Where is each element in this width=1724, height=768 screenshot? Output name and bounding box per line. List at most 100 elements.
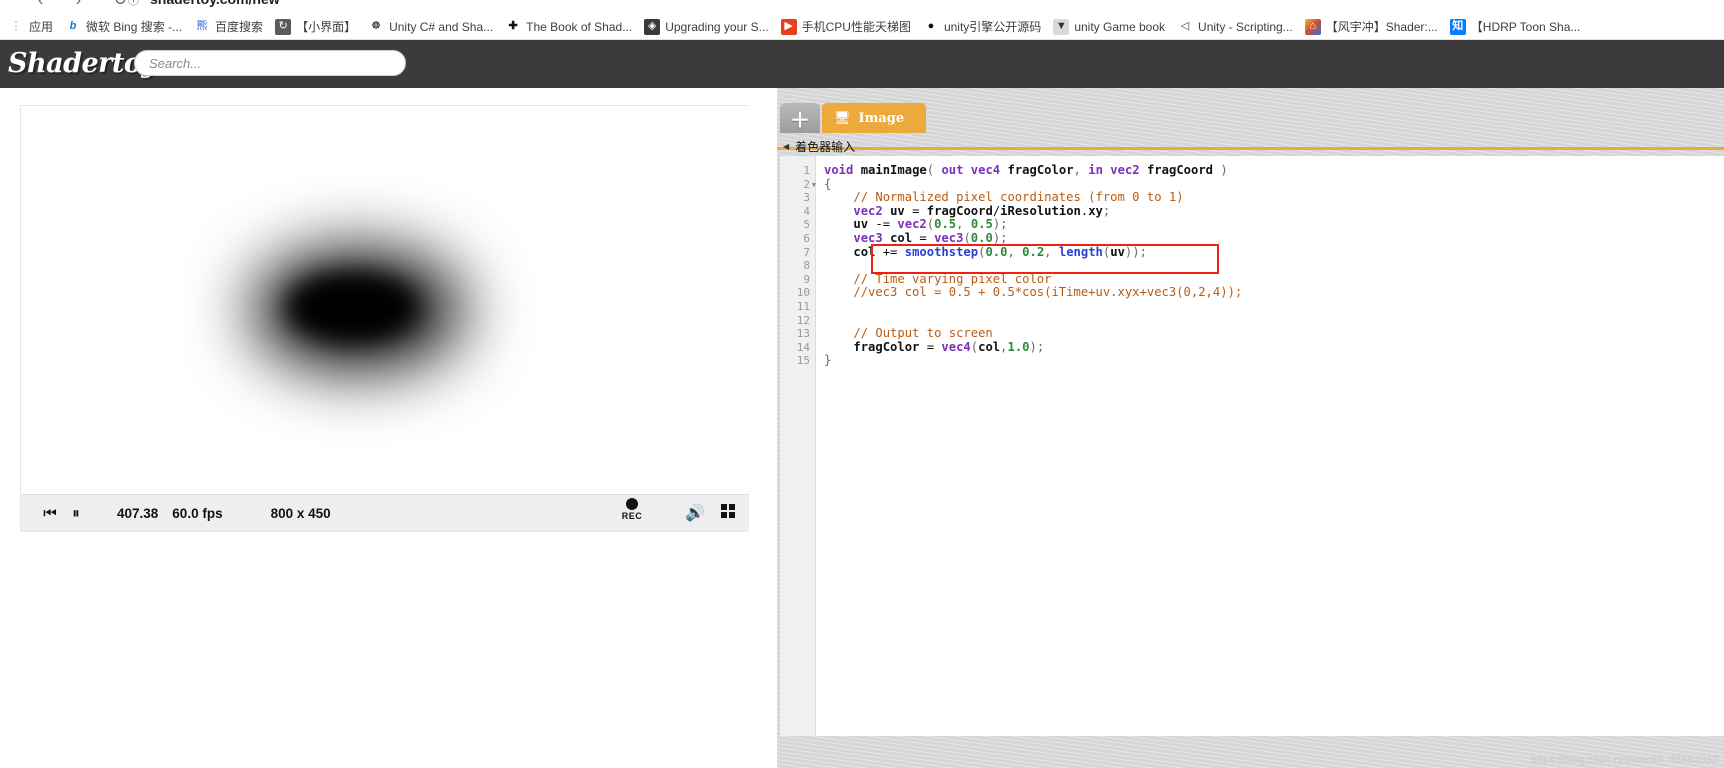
- tab-image[interactable]: 🖥 Image: [822, 103, 927, 133]
- bookmark-label: 【风宇冲】Shader:...: [1325, 19, 1438, 34]
- code-line: uv -= vec2(0.5, 0.5);: [853, 217, 1008, 232]
- line-number: 11: [796, 299, 810, 313]
- upgrade-icon: ◈: [644, 18, 661, 35]
- shader-inputs-label: 着色器输入: [795, 139, 856, 154]
- bookmark-item[interactable]: ▼ unity Game book: [1047, 16, 1171, 38]
- player-controls-bar: ⏮ ⏸ 407.38 60.0 fps 800 x 450 REC 🔊: [21, 494, 749, 531]
- omnibox-strip: ‹ › ↻ ⓘ shadertoy.com/new: [0, 0, 1724, 14]
- shader-canvas[interactable]: [21, 106, 749, 496]
- bookmark-label: Unity - Scripting...: [1198, 19, 1293, 34]
- search-input[interactable]: [134, 50, 406, 76]
- bookmark-item[interactable]: ☸ Unity C# and Sha...: [362, 16, 499, 38]
- bookmark-label: unity Game book: [1074, 19, 1166, 34]
- tab-image-label: Image: [858, 110, 905, 126]
- bookmark-label: 应用: [29, 19, 54, 34]
- line-number: 10: [796, 286, 810, 300]
- add-tab-button[interactable]: ＋: [780, 103, 820, 133]
- shader-blob-inner: [287, 274, 417, 340]
- code-line: fragColor = vec4(col,1.0);: [853, 339, 1045, 354]
- baidu-icon: 熊: [196, 20, 208, 32]
- bookmarks-bar: ⋮ 应用 b 微软 Bing 搜索 -... 熊百度搜索 ↻ 【小界面】 ☸ Unity C# …: [0, 14, 1724, 40]
- watermark: https://blog.csdn.net/weixin_48682032: [1530, 754, 1718, 766]
- bookmark-label: 【HDRP Toon Sha...: [1470, 19, 1581, 34]
- site-info-icon[interactable]: ⓘ: [128, 0, 139, 8]
- globe-icon: ↻: [275, 18, 292, 35]
- browser-nav-buttons[interactable]: ‹ › ↻: [38, 0, 141, 10]
- bookmark-item[interactable]: ◁ Unity - Scripting...: [1171, 16, 1299, 38]
- bookmark-label: 【小界面】: [296, 19, 357, 34]
- bookmark-label: 手机CPU性能天梯图: [801, 19, 911, 34]
- shader-inputs-header[interactable]: ◀ 着色器输入: [777, 136, 1724, 156]
- monitor-icon: 🖥: [834, 110, 851, 125]
- pause-button[interactable]: ⏸: [63, 500, 89, 526]
- bookmark-item[interactable]: ✚ The Book of Shad...: [499, 16, 638, 38]
- line-number: 8: [803, 259, 810, 273]
- bookmark-item[interactable]: 熊百度搜索: [188, 16, 269, 38]
- line-number: 13: [796, 327, 810, 341]
- code-line: void mainImage( out vec4 fragColor, in v…: [824, 163, 1228, 177]
- line-number: 7: [803, 245, 810, 259]
- time-readout: 407.38: [117, 505, 159, 521]
- line-number: 14: [796, 340, 810, 354]
- bookmark-item[interactable]: b 微软 Bing 搜索 -...: [59, 16, 188, 38]
- bookmark-label: 微软 Bing 搜索 -...: [86, 19, 183, 34]
- code-line: {: [824, 176, 832, 191]
- bing-icon: b: [69, 20, 77, 32]
- editor-panel: ＋ 🖥 Image ◀ 着色器输入 1 2 ▼ 3 4 5 6 7 8 9 10 11 12 13 14 15…: [777, 88, 1724, 768]
- code-line: col += smoothstep(0.0, 0.2, length(uv));: [853, 244, 1147, 259]
- cpu-chart-icon: ▶: [780, 18, 797, 35]
- line-number: 3: [803, 191, 810, 205]
- bookmark-item[interactable]: ⌂ 【风宇冲】Shader:...: [1299, 16, 1444, 38]
- bookmark-label: unity引擎公开源码: [943, 19, 1042, 34]
- fullscreen-icon[interactable]: [721, 504, 735, 518]
- address-bar-url[interactable]: shadertoy.com/new: [150, 0, 280, 7]
- bookmark-item[interactable]: ⋮ 应用: [2, 16, 59, 38]
- code-line: }: [824, 353, 832, 368]
- code-editor[interactable]: 1 2 ▼ 3 4 5 6 7 8 9 10 11 12 13 14 15 void mainImage( o…: [780, 156, 1724, 736]
- bookmark-item[interactable]: ◈ Upgrading your S...: [638, 16, 774, 38]
- gamebook-icon: ▼: [1053, 18, 1070, 35]
- page-body: ⏮ ⏸ 407.38 60.0 fps 800 x 450 REC 🔊 ＋ 🖥 …: [0, 88, 1724, 768]
- bookmark-item[interactable]: ● unity引擎公开源码: [917, 16, 1047, 38]
- record-button[interactable]: REC: [615, 498, 649, 521]
- line-number: 9: [803, 272, 810, 286]
- code-line: //vec3 col = 0.5 + 0.5*cos(iTime+uv.xyx+…: [853, 285, 1243, 300]
- code-line: vec2 uv = fragCoord/iResolution.xy;: [853, 203, 1111, 218]
- code-line: // Time varying pixel color: [853, 271, 1052, 286]
- code-line: // Output to screen: [853, 326, 993, 341]
- shader-preview-panel: ⏮ ⏸ 407.38 60.0 fps 800 x 450 REC 🔊: [20, 105, 749, 532]
- bookmark-label: Unity C# and Sha...: [389, 19, 494, 34]
- reset-button[interactable]: ⏮: [37, 500, 63, 526]
- line-number: 15: [796, 354, 810, 368]
- sound-icon[interactable]: 🔊: [685, 503, 705, 523]
- line-number: 5: [803, 218, 810, 232]
- bookmark-item[interactable]: ↻ 【小界面】: [269, 16, 362, 38]
- record-dot-icon: [626, 498, 638, 510]
- fps-readout: 60.0 fps: [172, 505, 223, 521]
- collapse-triangle-icon: ◀: [783, 141, 790, 151]
- bookmark-item[interactable]: 知【HDRP Toon Sha...: [1444, 16, 1587, 38]
- line-number: 2 ▼: [803, 177, 816, 191]
- shadertoy-header: Shadertoy: [0, 40, 1724, 88]
- blog-icon: ⌂: [1304, 18, 1321, 35]
- record-label: REC: [621, 511, 643, 521]
- bookmark-item[interactable]: ▶ 手机CPU性能天梯图: [775, 16, 917, 38]
- code-lines[interactable]: void mainImage( out vec4 fragColor, in v…: [816, 156, 1724, 736]
- editor-tab-strip: ＋ 🖥 Image: [777, 103, 1724, 150]
- line-number: 4: [803, 204, 810, 218]
- bookmark-label: Upgrading your S...: [665, 19, 769, 34]
- resolution-readout: 800 x 450: [270, 505, 331, 521]
- paw-icon: ☸: [371, 20, 382, 32]
- bookmark-label: 百度搜索: [215, 19, 264, 34]
- line-number: 1: [803, 164, 810, 177]
- apps-icon: ⋮: [10, 20, 22, 32]
- code-line: // Normalized pixel coordinates (from 0 …: [853, 190, 1184, 205]
- browser-chrome: ‹ › ↻ ⓘ shadertoy.com/new ⋮ 应用 b 微软 Bing 搜索…: [0, 0, 1724, 40]
- zhihu-icon: 知: [1449, 18, 1466, 35]
- line-number-gutter: 1 2 ▼ 3 4 5 6 7 8 9 10 11 12 13 14 15: [780, 156, 816, 736]
- unity-icon: ◁: [1180, 20, 1190, 32]
- line-number: 6: [803, 231, 810, 245]
